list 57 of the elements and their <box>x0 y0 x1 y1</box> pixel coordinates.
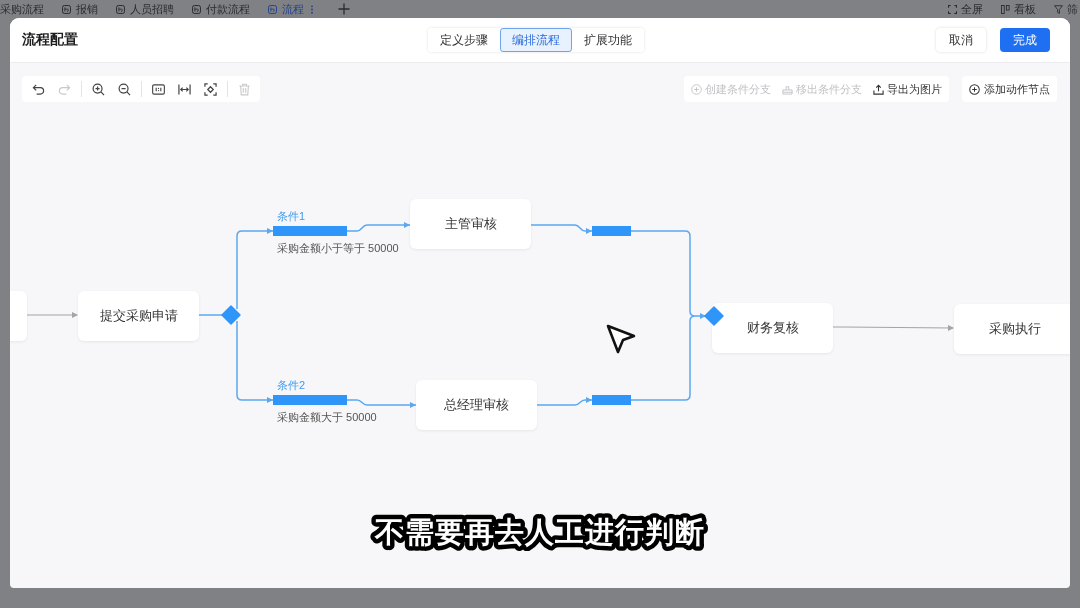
flow-node[interactable]: 财务复核 <box>712 303 833 353</box>
diamond-icon[interactable] <box>704 306 724 326</box>
flow-node[interactable]: 提交采购申请 <box>78 291 199 341</box>
document-icon <box>116 4 125 14</box>
fullscreen-icon <box>948 4 957 14</box>
app-tab[interactable]: 报销 <box>62 2 98 16</box>
add-tab-icon[interactable] <box>338 3 350 15</box>
cursor-icon <box>606 324 636 354</box>
step-tab[interactable]: 扩展功能 <box>572 28 644 52</box>
flow-node[interactable]: 主管审核 <box>410 199 531 249</box>
video-subtitle: 不需要再去人工进行判断 <box>367 509 713 551</box>
diamond-icon[interactable] <box>221 305 241 325</box>
document-icon <box>192 4 201 14</box>
step-tab[interactable]: 编排流程 <box>500 28 572 52</box>
trash-icon <box>237 82 251 96</box>
app-action[interactable]: 筛 <box>1054 2 1078 16</box>
plus-circle-icon <box>691 83 702 95</box>
connector-arrow <box>689 310 706 322</box>
app-tab[interactable]: 流程 <box>268 2 314 16</box>
dialog-title: 流程配置 <box>22 31 78 49</box>
connector-arrow <box>26 312 78 318</box>
app-tab[interactable]: 人员招聘 <box>116 2 174 16</box>
more-icon[interactable] <box>310 3 314 15</box>
undo-icon <box>31 82 45 96</box>
connector-arrow <box>346 222 411 232</box>
app-tab[interactable]: 付款流程 <box>192 2 250 16</box>
app-action[interactable]: 全屏 <box>948 2 983 16</box>
zoom-out-icon <box>117 82 131 96</box>
app-action[interactable]: 看板 <box>1001 2 1036 16</box>
plus-circle-icon <box>969 83 980 95</box>
add-node-button[interactable]: 添加动作节点 <box>962 76 1057 102</box>
board-icon <box>1001 4 1010 14</box>
actual-size-icon <box>151 82 165 96</box>
condition-label: 条件2 <box>277 379 306 392</box>
filter-icon <box>1054 4 1063 14</box>
tray-icon <box>782 83 793 95</box>
confirm-button[interactable]: 完成 <box>1000 28 1050 52</box>
connector-line <box>198 314 224 316</box>
document-icon <box>268 4 277 14</box>
connector-arrow <box>536 397 593 406</box>
connector-arrow <box>346 399 417 408</box>
upload-icon <box>873 83 884 95</box>
flow-node[interactable]: 采购执行 <box>954 304 1070 354</box>
cancel-button[interactable]: 取消 <box>936 28 986 52</box>
action-button[interactable]: 导出为图片 <box>873 81 942 97</box>
redo-icon <box>57 82 71 96</box>
connector-arrow <box>530 224 593 234</box>
step-tab[interactable]: 定义步骤 <box>428 28 500 52</box>
zoom-in-icon <box>91 82 105 96</box>
flow-node[interactable]: 总经理审核 <box>416 380 537 430</box>
document-icon <box>62 4 71 14</box>
fit-view-icon <box>203 82 217 96</box>
condition-text: 采购金额小于等于 50000 <box>277 242 399 255</box>
app-tab[interactable]: 采购流程 <box>0 2 44 16</box>
fit-width-icon <box>177 82 191 96</box>
condition-label: 条件1 <box>277 210 306 223</box>
condition-text: 采购金额大于 50000 <box>277 411 377 424</box>
